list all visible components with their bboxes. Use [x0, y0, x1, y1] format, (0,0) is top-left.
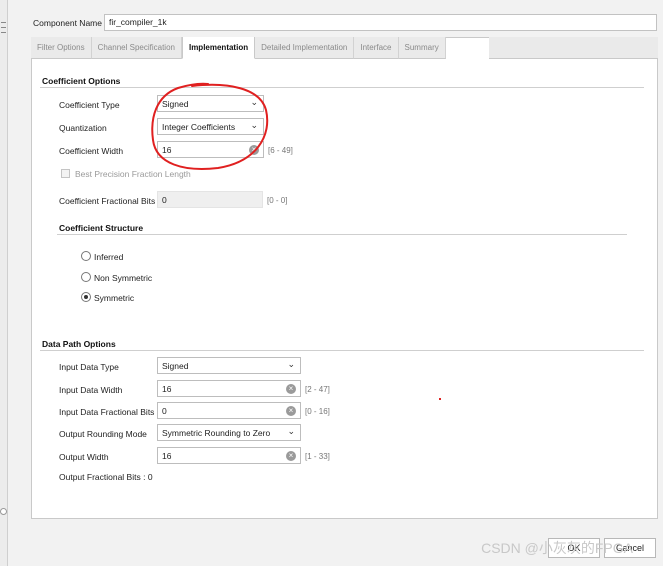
data-path-options-title: Data Path Options: [42, 339, 116, 349]
coefficient-fractional-bits-label: Coefficient Fractional Bits: [59, 196, 156, 206]
coefficient-type-label: Coefficient Type: [59, 100, 120, 110]
chevron-down-icon: ⌄: [287, 426, 295, 436]
tab-filter-options[interactable]: Filter Options: [31, 37, 92, 59]
tab-interface[interactable]: Interface: [354, 37, 399, 59]
output-rounding-mode-select[interactable]: Symmetric Rounding to Zero ⌄: [157, 424, 301, 441]
coefficient-structure-title: Coefficient Structure: [59, 223, 144, 233]
red-annotation-dot: [439, 398, 441, 400]
coefficient-options-title: Coefficient Options: [42, 76, 121, 86]
input-data-width-value: 16: [162, 384, 172, 394]
input-data-type-value: Signed: [162, 361, 189, 371]
tab-summary[interactable]: Summary: [398, 37, 446, 59]
input-data-fractional-bits-range: [0 - 16]: [305, 407, 330, 416]
output-width-range: [1 - 33]: [305, 452, 330, 461]
structure-divider: [57, 234, 627, 235]
radio-inferred-label: Inferred: [94, 252, 124, 262]
radio-non-symmetric-label: Non Symmetric: [94, 273, 153, 283]
menu-icon-line: [1, 32, 6, 33]
input-data-fractional-bits-value: 0: [162, 406, 167, 416]
input-data-width-range: [2 - 47]: [305, 385, 330, 394]
left-sidebar-strip: [0, 0, 8, 566]
radio-non-symmetric[interactable]: [81, 272, 91, 282]
component-name-label: Component Name: [33, 18, 102, 28]
radio-symmetric-label: Symmetric: [94, 293, 135, 303]
input-data-width-label: Input Data Width: [59, 385, 123, 395]
section-divider: [40, 87, 644, 88]
output-width-input[interactable]: 16 ×: [157, 447, 301, 464]
input-data-type-label: Input Data Type: [59, 362, 119, 372]
tab-bar-fill: [489, 37, 658, 59]
coefficient-fractional-bits-range: [0 - 0]: [267, 196, 288, 205]
input-data-fractional-bits-input[interactable]: 0 ×: [157, 402, 301, 419]
chevron-down-icon: ⌄: [287, 359, 295, 369]
best-precision-checkbox[interactable]: [61, 169, 70, 178]
output-rounding-mode-value: Symmetric Rounding to Zero: [162, 428, 271, 438]
watermark-text: CSDN @小灰灰的FPGA: [481, 540, 633, 556]
output-fractional-bits-readout: Output Fractional Bits : 0: [59, 472, 153, 482]
tab-implementation[interactable]: Implementation: [181, 37, 256, 59]
radio-symmetric[interactable]: [81, 292, 91, 302]
component-name-input[interactable]: fir_compiler_1k: [104, 14, 657, 31]
input-data-type-select[interactable]: Signed ⌄: [157, 357, 301, 374]
clear-icon[interactable]: ×: [286, 384, 296, 394]
output-width-label: Output Width: [59, 452, 109, 462]
clear-icon[interactable]: ×: [286, 406, 296, 416]
red-annotation-circle: [151, 82, 269, 170]
coefficient-fractional-bits-input: 0: [157, 191, 263, 208]
clear-icon[interactable]: ×: [286, 451, 296, 461]
output-rounding-mode-label: Output Rounding Mode: [59, 429, 147, 439]
menu-icon[interactable]: [1, 22, 6, 28]
quantization-label: Quantization: [59, 123, 107, 133]
tab-channel-specification[interactable]: Channel Specification: [91, 37, 182, 59]
radio-inferred[interactable]: [81, 251, 91, 261]
data-path-divider: [40, 350, 644, 351]
output-width-value: 16: [162, 451, 172, 461]
tab-detailed-implementation[interactable]: Detailed Implementation: [255, 37, 355, 59]
tab-bar: Filter Options Channel Specification Imp…: [31, 37, 446, 59]
settings-knob-icon[interactable]: [0, 508, 7, 515]
input-data-width-input[interactable]: 16 ×: [157, 380, 301, 397]
coefficient-width-label: Coefficient Width: [59, 146, 124, 156]
input-data-fractional-bits-label: Input Data Fractional Bits: [59, 407, 155, 417]
